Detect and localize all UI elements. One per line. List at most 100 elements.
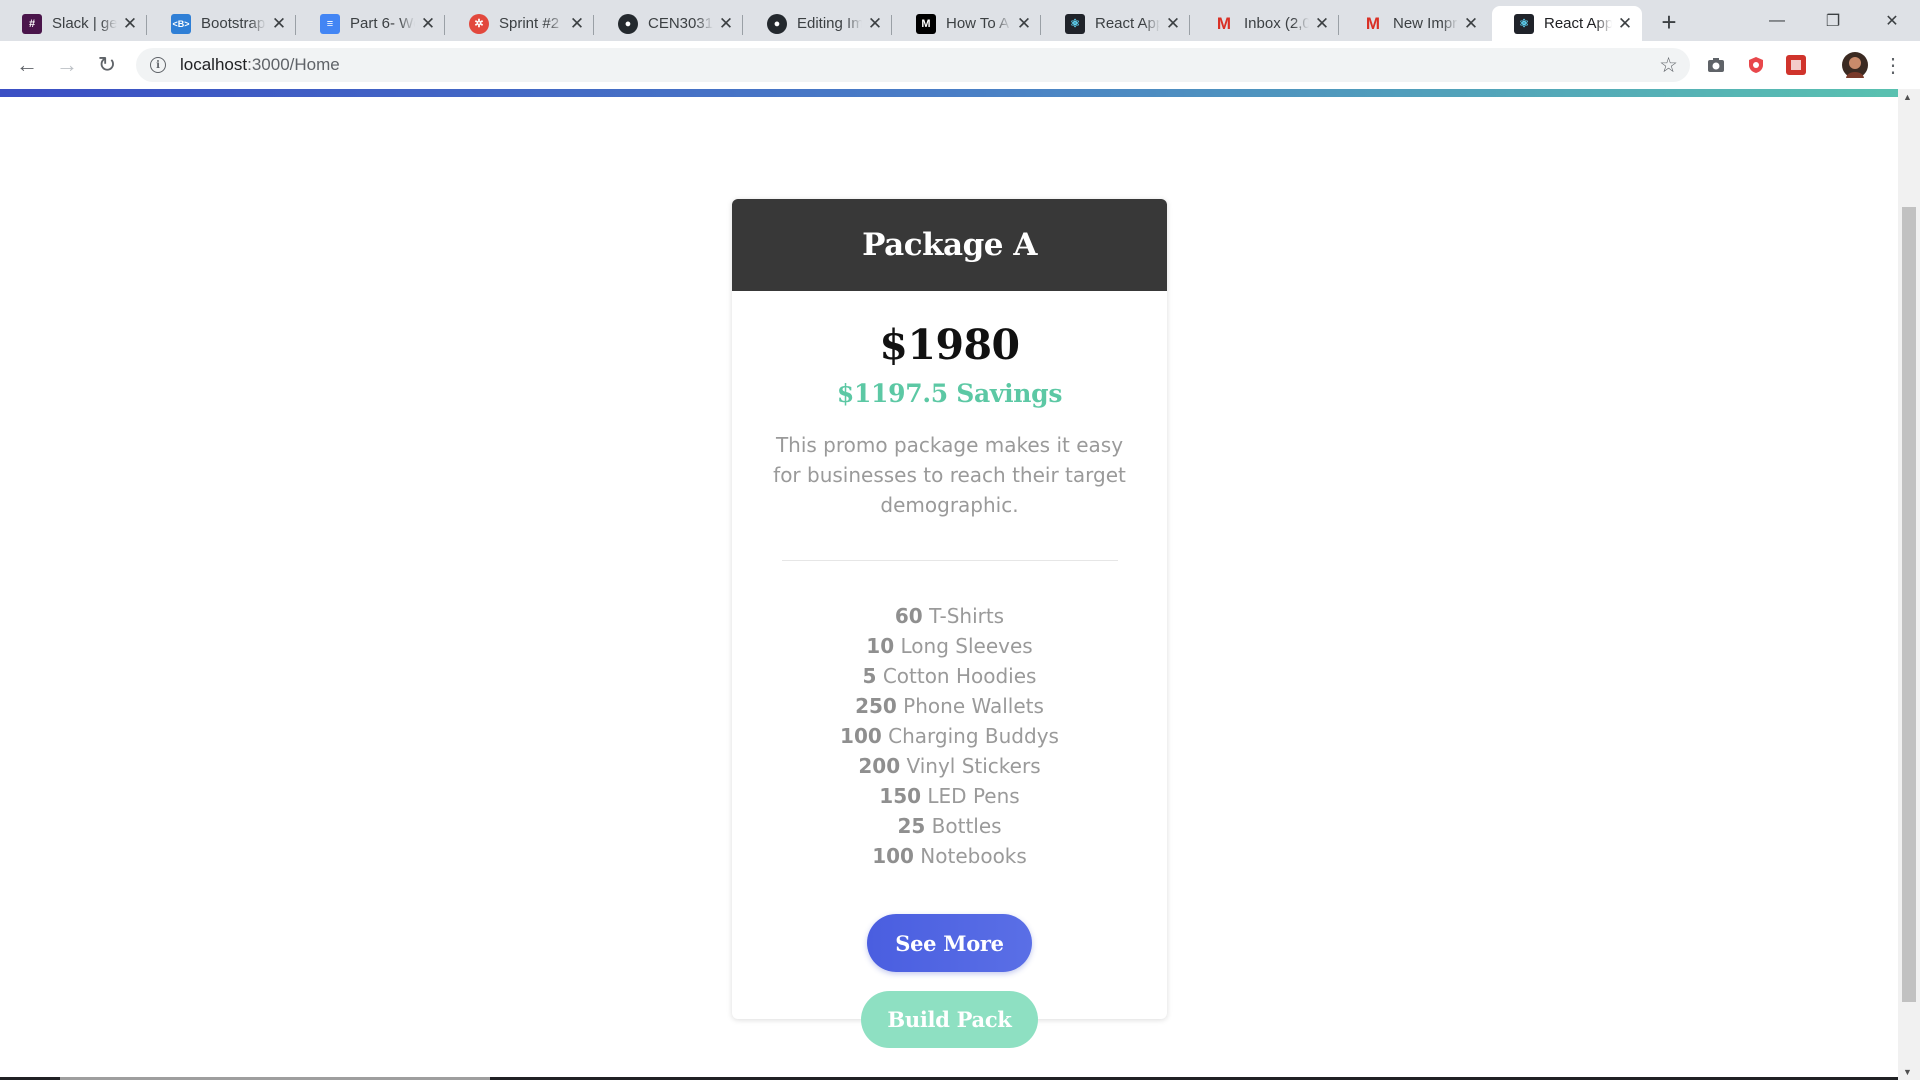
page-scrollbar[interactable]: ▲ ▼ <box>1898 89 1920 1080</box>
list-item: 5 Cotton Hoodies <box>732 661 1167 691</box>
url-text[interactable]: localhost:3000/Home <box>180 55 340 75</box>
close-icon[interactable]: ✕ <box>1164 14 1182 33</box>
item-quantity: 10 <box>866 634 895 658</box>
package-card-header: Package A <box>732 199 1167 291</box>
bookmark-star-icon[interactable]: ☆ <box>1659 53 1678 78</box>
back-icon[interactable]: ← <box>11 49 43 81</box>
address-bar[interactable]: i localhost:3000/Home ☆ <box>136 48 1690 82</box>
list-item: 250 Phone Wallets <box>732 691 1167 721</box>
gmail-icon: M <box>1216 13 1232 33</box>
package-description: This promo package makes it easy for bus… <box>773 433 1126 517</box>
close-icon[interactable]: ✕ <box>121 14 139 33</box>
reload-icon[interactable]: ↻ <box>91 49 123 81</box>
browser-tab[interactable]: # Slack | general ✕ <box>0 6 147 41</box>
close-icon[interactable]: ✕ <box>717 14 735 33</box>
item-name: Cotton Hoodies <box>882 664 1037 688</box>
minimize-icon[interactable]: — <box>1749 0 1805 41</box>
react-icon: ⚛ <box>1065 13 1085 34</box>
scrollbar-thumb[interactable] <box>1902 207 1916 1002</box>
item-quantity: 60 <box>894 604 923 628</box>
item-name: Phone Wallets <box>903 694 1044 718</box>
item-quantity: 5 <box>862 664 877 688</box>
tab-title: React App <box>1544 15 1612 32</box>
scroll-up-icon[interactable]: ▲ <box>1903 92 1912 102</box>
browser-tab-active[interactable]: ⚛ React App ✕ <box>1492 6 1642 41</box>
tab-title: New Impr <box>1393 15 1458 32</box>
restore-icon[interactable]: ❐ <box>1805 0 1861 41</box>
item-quantity: 25 <box>897 814 926 838</box>
item-name: Long Sleeves <box>900 634 1033 658</box>
item-name: Notebooks <box>920 844 1027 868</box>
forward-icon[interactable]: → <box>51 49 83 81</box>
browser-toolbar: ← → ↻ i localhost:3000/Home ☆ ⋮ <box>0 41 1920 89</box>
extension-icon[interactable] <box>1785 54 1807 76</box>
tab-title: Part 6- Wo <box>350 15 415 32</box>
list-item: 100 Charging Buddys <box>732 721 1167 751</box>
scroll-down-icon[interactable]: ▼ <box>1903 1067 1912 1077</box>
menu-icon[interactable]: ⋮ <box>1882 54 1904 77</box>
list-item: 25 Bottles <box>732 811 1167 841</box>
tab-title: Slack | general <box>52 15 117 32</box>
tab-title: React App <box>1095 15 1160 32</box>
list-item: 100 Notebooks <box>732 841 1167 871</box>
camera-icon[interactable] <box>1705 54 1727 76</box>
tab-title: Inbox (2,0 <box>1244 15 1309 32</box>
item-name: Bottles <box>931 814 1002 838</box>
divider <box>781 560 1118 561</box>
close-icon[interactable]: ✕ <box>1313 14 1331 33</box>
jira-icon: ✲ <box>469 13 489 34</box>
header-gradient-bar <box>0 89 1898 97</box>
close-window-icon[interactable]: ✕ <box>1864 0 1920 41</box>
browser-tab[interactable]: ⚛ React App ✕ <box>1043 6 1190 41</box>
package-items-list: 60 T-Shirts 10 Long Sleeves 5 Cotton Hoo… <box>732 601 1167 871</box>
react-icon: ⚛ <box>1514 13 1534 34</box>
medium-icon: M <box>916 13 936 34</box>
github-icon: ● <box>767 13 787 34</box>
package-card: Package A $1980 $1197.5 Savings This pro… <box>732 199 1167 1019</box>
gmail-icon: M <box>1365 13 1381 33</box>
item-quantity: 100 <box>872 844 914 868</box>
package-title: Package A <box>862 227 1037 263</box>
browser-tab[interactable]: M New Impr ✕ <box>1341 6 1488 41</box>
item-quantity: 150 <box>879 784 922 808</box>
tab-title: How To A <box>946 15 1010 32</box>
item-name: LED Pens <box>927 784 1020 808</box>
close-icon[interactable]: ✕ <box>419 14 437 33</box>
item-quantity: 250 <box>855 694 897 718</box>
tab-title: Bootstrap <box>201 15 266 32</box>
close-icon[interactable]: ✕ <box>568 14 586 33</box>
browser-tab[interactable]: <B> Bootstrap ✕ <box>149 6 296 41</box>
tab-title: Editing Im <box>797 15 862 32</box>
shield-icon[interactable] <box>1745 54 1767 76</box>
github-icon: ● <box>618 13 638 34</box>
slack-icon: # <box>22 13 42 34</box>
browser-tab[interactable]: M How To A ✕ <box>894 6 1041 41</box>
close-icon[interactable]: ✕ <box>1462 14 1480 33</box>
item-name: Vinyl Stickers <box>906 754 1041 778</box>
list-item: 60 T-Shirts <box>732 601 1167 631</box>
item-quantity: 200 <box>858 754 901 778</box>
build-pack-button[interactable]: Build Pack <box>861 991 1038 1048</box>
close-icon[interactable]: ✕ <box>270 14 288 33</box>
browser-tab[interactable]: M Inbox (2,0 ✕ <box>1192 6 1339 41</box>
url-host: localhost <box>180 55 248 74</box>
close-icon[interactable]: ✕ <box>866 14 884 33</box>
close-icon[interactable]: ✕ <box>1015 14 1033 33</box>
new-tab-button[interactable]: + <box>1655 7 1683 37</box>
package-price: $1980 <box>879 321 1020 369</box>
see-more-button[interactable]: See More <box>867 914 1032 972</box>
docs-icon: ≡ <box>320 13 340 34</box>
avatar[interactable] <box>1842 52 1868 78</box>
browser-tab[interactable]: ● CEN3031- ✕ <box>596 6 743 41</box>
item-quantity: 100 <box>840 724 882 748</box>
tab-title: CEN3031- <box>648 15 713 32</box>
browser-tab[interactable]: ✲ Sprint #2 ✕ <box>447 6 594 41</box>
info-icon[interactable]: i <box>150 57 166 73</box>
browser-tab[interactable]: ● Editing Im ✕ <box>745 6 892 41</box>
browser-tab[interactable]: ≡ Part 6- Wo ✕ <box>298 6 445 41</box>
list-item: 150 LED Pens <box>732 781 1167 811</box>
browser-tab-strip: # Slack | general ✕ <B> Bootstrap ✕ ≡ Pa… <box>0 0 1920 41</box>
item-name: T-Shirts <box>929 604 1005 628</box>
list-item: 200 Vinyl Stickers <box>732 751 1167 781</box>
close-icon[interactable]: ✕ <box>1616 14 1634 33</box>
